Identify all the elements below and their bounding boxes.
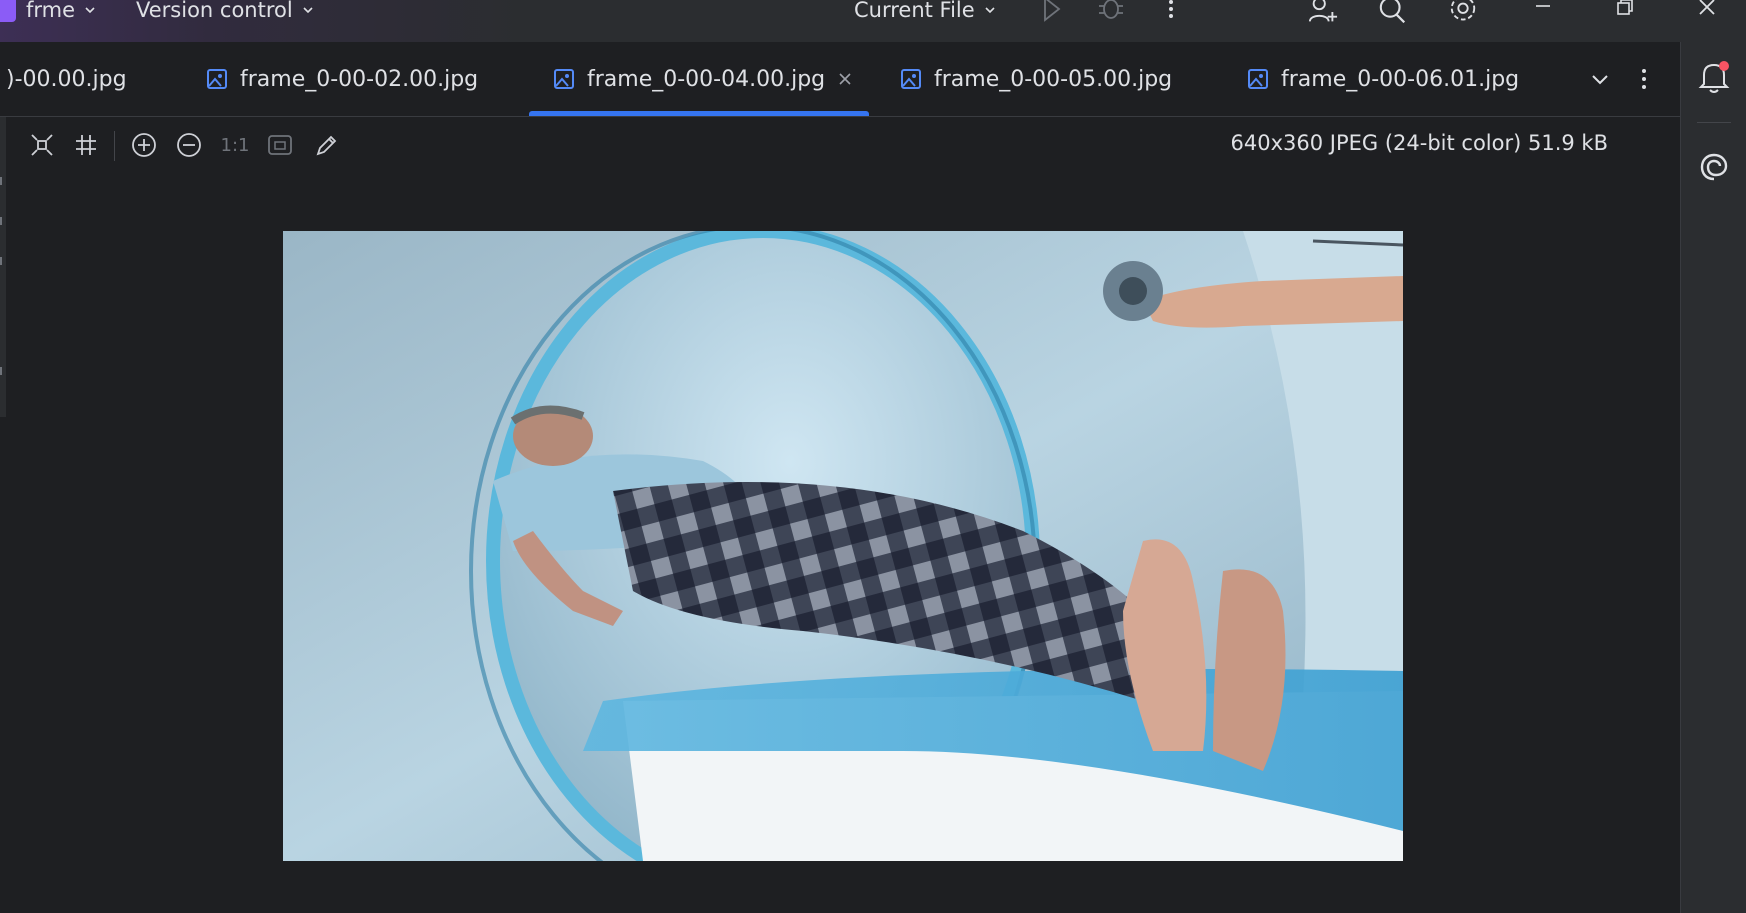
chevron-down-icon	[1592, 75, 1608, 85]
zoom-in-icon	[132, 133, 156, 157]
chevron-down-icon	[985, 7, 995, 14]
more-actions-button[interactable]	[1156, 0, 1186, 22]
fit-icon	[31, 134, 53, 156]
actual-size-label: 1:1	[220, 134, 250, 156]
image-viewer-toolbar: 1:1 640x360 JPEG (24-bit color) 51.9 kB	[0, 117, 1680, 173]
close-tab-icon[interactable]	[837, 71, 853, 87]
project-badge[interactable]	[0, 0, 16, 22]
tab-label: )-00.00.jpg	[6, 66, 127, 92]
project-menu[interactable]: frme	[26, 0, 97, 22]
image-preview	[283, 231, 1403, 861]
gear-icon	[1450, 0, 1476, 21]
close-window-button[interactable]	[1692, 0, 1722, 22]
ai-assistant-icon	[1700, 153, 1728, 181]
color-picker-icon	[316, 135, 337, 156]
tool-strip-separator	[1697, 122, 1731, 123]
notifications-icon	[1698, 61, 1730, 93]
search-button[interactable]	[1378, 0, 1408, 24]
restore-button[interactable]	[1610, 0, 1640, 22]
tab-label: frame_0-00-02.00.jpg	[240, 66, 479, 92]
zoom-in-button[interactable]	[130, 131, 158, 159]
run-button[interactable]	[1036, 0, 1066, 22]
grid-icon	[76, 135, 96, 155]
tab-frame-0-00-02[interactable]: frame_0-00-02.00.jpg	[206, 42, 478, 116]
image-info: 640x360 JPEG (24-bit color) 51.9 kB	[1230, 131, 1609, 155]
toolbar-separator	[114, 131, 115, 161]
add-user-icon	[1308, 0, 1338, 22]
version-control-menu[interactable]: Version control	[136, 0, 315, 22]
zoom-out-icon	[177, 133, 201, 157]
fit-window-button[interactable]	[266, 131, 294, 159]
fit-window-icon	[268, 135, 292, 155]
tab-label: frame_0-00-05.00.jpg	[934, 66, 1173, 92]
debug-button[interactable]	[1096, 0, 1126, 22]
image-file-icon	[207, 69, 227, 89]
actual-size-button[interactable]: 1:1	[220, 131, 250, 159]
tab-list-dropdown[interactable]	[1590, 42, 1610, 116]
restore-icon	[1617, 0, 1633, 15]
run-icon	[1044, 0, 1061, 22]
chevron-down-icon	[85, 7, 95, 14]
tab-label: frame_0-00-06.01.jpg	[1281, 66, 1520, 92]
project-name: frme	[26, 0, 76, 22]
search-icon	[1379, 0, 1406, 24]
more-vertical-icon	[1169, 0, 1173, 18]
chevron-down-icon	[303, 7, 313, 14]
version-control-label: Version control	[136, 0, 293, 22]
close-icon	[1699, 0, 1715, 15]
more-vertical-icon	[1642, 69, 1646, 89]
mri-scan-photo	[283, 231, 1403, 861]
tab-label: frame_0-00-04.00.jpg	[587, 66, 826, 92]
run-configuration-menu[interactable]: Current File	[854, 0, 997, 22]
zoom-out-button[interactable]	[175, 131, 203, 159]
debug-icon	[1099, 0, 1123, 19]
color-picker-button[interactable]	[313, 131, 341, 159]
tab-frame-0-00-00[interactable]: )-00.00.jpg	[6, 42, 127, 116]
fit-to-screen-button[interactable]	[28, 131, 56, 159]
toggle-grid-button[interactable]	[72, 131, 100, 159]
settings-button[interactable]	[1448, 0, 1478, 22]
run-configuration-label: Current File	[854, 0, 975, 22]
tab-frame-0-00-06[interactable]: frame_0-00-06.01.jpg	[1247, 42, 1519, 116]
tab-frame-0-00-04[interactable]: frame_0-00-04.00.jpg	[528, 42, 870, 116]
left-tool-strip	[0, 117, 6, 417]
minimize-icon	[1536, 5, 1550, 7]
right-tool-strip	[1680, 42, 1746, 913]
tab-frame-0-00-05[interactable]: frame_0-00-05.00.jpg	[900, 42, 1172, 116]
image-file-icon	[554, 69, 574, 89]
minimize-button[interactable]	[1528, 0, 1558, 22]
image-file-icon	[1248, 69, 1268, 89]
code-with-me-button[interactable]	[1308, 0, 1338, 22]
ai-assistant-button[interactable]	[1697, 150, 1731, 184]
notifications-button[interactable]	[1697, 60, 1731, 94]
image-file-icon	[901, 69, 921, 89]
tab-actions-button[interactable]	[1640, 42, 1648, 116]
title-bar: frme Version control Current File	[0, 0, 1746, 42]
editor-tab-bar: )-00.00.jpg frame_0-00-02.00.jpg frame_0…	[0, 42, 1680, 117]
